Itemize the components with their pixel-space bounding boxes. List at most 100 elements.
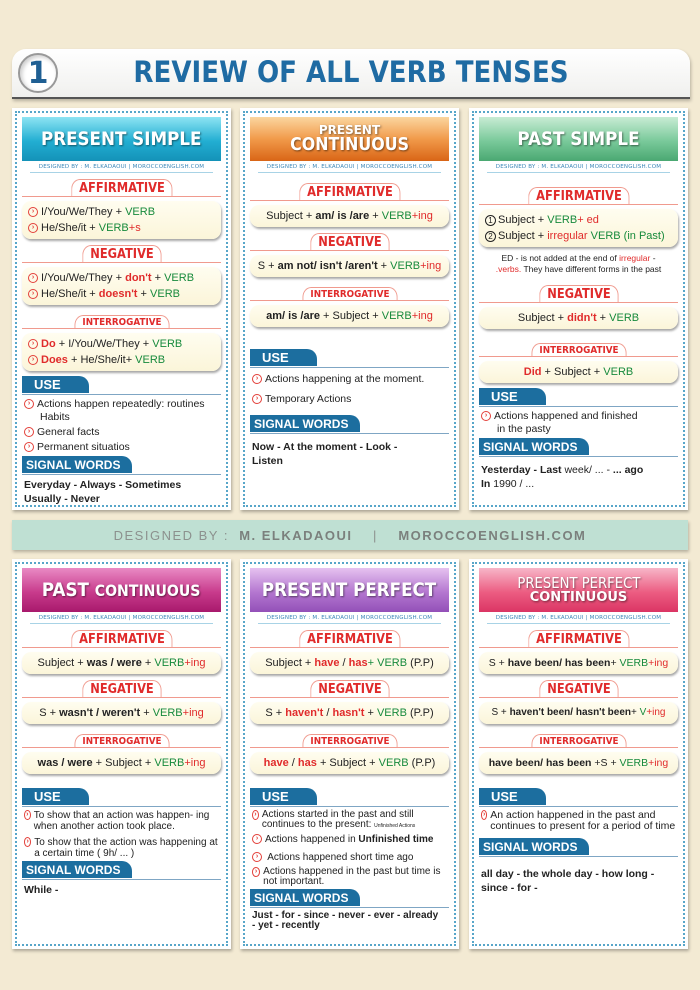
card-title: PRESENT SIMPLE [41,127,202,150]
irregular-note: ED - is not added at the end of irregula… [495,253,662,274]
card-credit: DESIGNED BY : M. ELKADAOUI | MOROCCOENGL… [258,161,441,173]
use-item: › To show that an action was happen- ing … [24,810,221,832]
card-credit: DESIGNED BY : M. ELKADAOUI | MOROCCOENGL… [30,161,213,173]
formula-line: › Does + He/She/it+ VERB [28,352,215,368]
arrow-bullet-icon: › [28,273,38,284]
negative-heading: NEGATIVE [479,283,678,305]
affirmative-heading: AFFIRMATIVE [22,177,221,199]
use-list: › Actions started in the past and still c… [250,807,449,887]
card-title-banner: PRESENT PERFECT CONTINUOUS [479,568,678,612]
use-list: › An action happened in the past and cont… [479,807,678,832]
card-title-bottom: CONTINUOUS [529,590,628,605]
affirmative-formula: Subject + have / has+ VERB (P.P) [250,652,449,674]
card-past-continuous: PAST CONTINUOUS DESIGNED BY : M. ELKADAO… [12,559,231,949]
use-item: › An action happened in the past and cont… [481,809,676,832]
arrow-bullet-icon: › [252,394,262,405]
negative-formula: S + am not/ isn't /aren't + VERB+ing [250,255,449,277]
negative-heading: NEGATIVE [479,678,678,700]
signal-words-heading: SIGNAL WORDS [250,889,449,908]
arrow-bullet-icon: › [28,339,38,350]
use-heading: USE [22,376,221,395]
negative-heading: NEGATIVE [22,678,221,700]
arrow-bullet-icon: › [252,852,262,863]
card-credit: DESIGNED BY : M. ELKADAOUI | MOROCCOENGL… [30,612,213,624]
formula-line: › Do + I/You/We/They + VERB [28,336,215,352]
negative-formula: S + haven't been/ hasn't been+ V+ing [479,702,678,724]
page-title: REVIEW OF ALL VERB TENSES [133,55,569,89]
signal-words-heading: SIGNAL WORDS [479,438,678,457]
signal-words-heading: SIGNAL WORDS [250,415,449,434]
interrogative-heading: INTERROGATIVE [250,728,449,750]
card-title-banner: PRESENT CONTINUOUS [250,117,449,161]
negative-formula: S + wasn't / weren't + VERB+ing [22,702,221,724]
card-title-bottom: CONTINUOUS [290,134,409,155]
use-item: › Actions happened in the past but time i… [252,867,449,887]
card-title-banner: PRESENT SIMPLE [22,117,221,161]
interrogative-heading: INTERROGATIVE [22,728,221,750]
interrogative-formula: am/ is /are + Subject + VERB+ing [250,305,449,327]
use-item: › Permanent situatios [24,441,221,454]
use-item: › To show that the action was happening a… [24,837,221,859]
arrow-bullet-icon: › [252,867,261,877]
interrogative-formula: have been/ has been +S + VERB+ing [479,752,678,774]
card-present-simple: PRESENT SIMPLE DESIGNED BY : M. ELKADAOU… [12,108,231,510]
negative-heading: NEGATIVE [250,678,449,700]
negative-formula: › I/You/We/They + don't + VERB › He/She/it… [22,267,221,305]
card-past-simple: PAST SIMPLE DESIGNED BY : M. ELKADAOUI |… [469,108,688,510]
use-list: › To show that an action was happen- ing … [22,807,221,859]
use-heading: USE [479,388,678,407]
interrogative-formula: › Do + I/You/We/They + VERB › Does + He/Sh… [22,333,221,371]
signal-words: While - [24,884,59,896]
arrow-bullet-icon: › [28,289,38,300]
interrogative-formula: have / has + Subject + VERB (P.P) [250,752,449,774]
interrogative-formula: Did + Subject + VERB [479,361,678,383]
formula-line: › I/You/We/They + don't + VERB [28,270,215,286]
use-heading: USE [250,788,449,807]
arrow-bullet-icon: › [481,810,488,820]
negative-formula: Subject + didn't + VERB [479,307,678,329]
title-bar: 1 REVIEW OF ALL VERB TENSES [12,49,690,99]
use-item: › Actions happen repeatedly: routines Habi… [24,398,221,424]
affirmative-formula: Subject + was / were + VERB+ing [22,652,221,674]
arrow-bullet-icon: › [28,207,38,218]
interrogative-heading: INTERROGATIVE [250,281,449,303]
site-link[interactable]: MOROCCOENGLISH.COM [398,528,586,543]
affirmative-formula: › I/You/We/They + VERB › He/She/it + VERB+… [22,201,221,239]
use-item: › Temporary Actions [252,393,449,406]
card-title-banner: PAST CONTINUOUS [22,568,221,612]
arrow-bullet-icon: › [252,834,262,845]
use-heading: USE [479,788,678,807]
signal-words-heading: SIGNAL WORDS [22,861,221,880]
card-credit: DESIGNED BY : M. ELKADAOUI | MOROCCOENGL… [487,612,670,624]
affirmative-heading: AFFIRMATIVE [22,628,221,650]
negative-formula: S + haven't / hasn't + VERB (P.P) [250,702,449,724]
signal-words: Everyday - Always - Sometimes Usually - … [24,479,182,505]
card-title: PRESENT PERFECT [262,578,437,601]
affirmative-heading: AFFIRMATIVE [250,628,449,650]
signal-words: Now - At the moment - Look - Listen [252,441,398,467]
use-item: › General facts [24,426,221,439]
use-list: › Actions happened and finished in the pas… [479,407,678,436]
arrow-bullet-icon: › [252,374,262,385]
interrogative-heading: INTERROGATIVE [22,309,221,331]
arrow-bullet-icon: › [24,427,34,438]
formula-line: › I/You/We/They + VERB [28,204,215,220]
use-list: › Actions happen repeatedly: routines Habi… [22,395,221,454]
affirmative-formula: S + have been/ has been+ VERB+ing [479,652,678,674]
arrow-bullet-icon: › [28,223,38,234]
interrogative-heading: INTERROGATIVE [479,728,678,750]
arrow-bullet-icon: › [481,411,491,422]
card-present-perfect: PRESENT PERFECT DESIGNED BY : M. ELKADAO… [240,559,459,949]
arrow-bullet-icon: › [24,837,32,847]
use-item: › Actions happened short time ago [252,851,449,864]
use-item: › Actions happened and finished in the pas… [481,410,678,436]
card-title-top: PRESENT PERFECT [516,574,641,592]
signal-words: Yesterday - Last week/ ... - ... ago In … [481,464,644,490]
signal-words-heading: SIGNAL WORDS [479,838,678,857]
card-credit: DESIGNED BY : M. ELKADAOUI | MOROCCOENGL… [487,161,670,173]
card-title-banner: PRESENT PERFECT [250,568,449,612]
affirmative-formula: Subject + am/ is /are + VERB+ing [250,205,449,227]
negative-heading: NEGATIVE [250,231,449,253]
interrogative-heading: INTERROGATIVE [479,337,678,359]
card-credit: DESIGNED BY : M. ELKADAOUI | MOROCCOENGL… [258,612,441,624]
